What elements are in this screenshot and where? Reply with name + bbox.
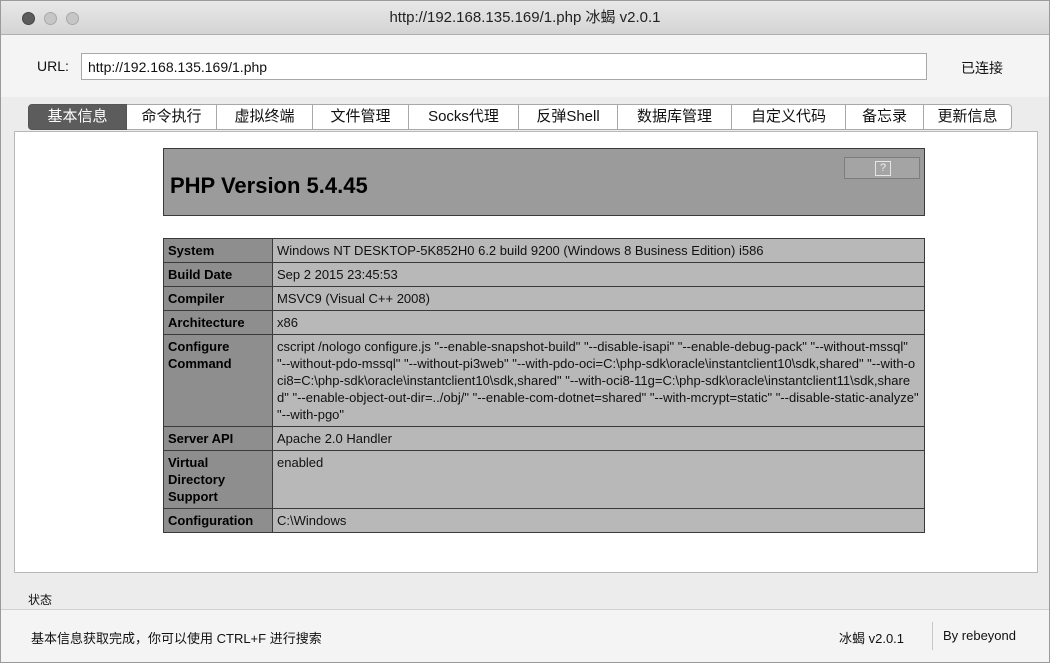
tab-basic-info[interactable]: 基本信息 <box>28 104 127 130</box>
table-row: Server API Apache 2.0 Handler <box>163 426 925 451</box>
author-credit: By rebeyond <box>943 628 1016 643</box>
phpinfo-panel[interactable]: PHP Version 5.4.45 ? System Windows NT D… <box>14 131 1038 573</box>
app-version: 冰蝎 v2.0.1 <box>839 631 905 646</box>
tab-reverse-shell[interactable]: 反弹Shell <box>519 104 618 130</box>
table-row: Virtual Directory Support enabled <box>163 450 925 509</box>
row-key: Build Date <box>163 262 273 287</box>
row-key: System <box>163 238 273 263</box>
tab-bar: 基本信息 命令执行 虚拟终端 文件管理 Socks代理 反弹Shell 数据库管… <box>28 104 1012 130</box>
php-version-title: PHP Version 5.4.45 <box>170 173 368 198</box>
row-value: Windows NT DESKTOP-5K852H0 6.2 build 920… <box>272 238 925 263</box>
row-key: Configuration <box>163 508 273 533</box>
table-row: Architecture x86 <box>163 310 925 335</box>
status-section-label: 状态 <box>28 593 53 607</box>
table-row: System Windows NT DESKTOP-5K852H0 6.2 bu… <box>163 238 925 263</box>
row-value: x86 <box>272 310 925 335</box>
tab-database-manager[interactable]: 数据库管理 <box>618 104 732 130</box>
tab-socks-proxy[interactable]: Socks代理 <box>409 104 519 130</box>
table-row: Configuration C:\Windows <box>163 508 925 533</box>
url-input[interactable] <box>81 53 927 80</box>
url-bar: URL: 已连接 <box>1 35 1049 97</box>
status-bar: 基本信息获取完成，你可以使用 CTRL+F 进行搜索 冰蝎 v2.0.1 By … <box>1 609 1049 662</box>
help-button[interactable]: ? <box>844 157 920 179</box>
phpinfo-table: System Windows NT DESKTOP-5K852H0 6.2 bu… <box>163 238 925 533</box>
help-icon: ? <box>875 161 891 176</box>
table-row: Configure Command cscript /nologo config… <box>163 334 925 427</box>
row-value: Sep 2 2015 23:45:53 <box>272 262 925 287</box>
url-label: URL: <box>37 58 69 74</box>
table-row: Build Date Sep 2 2015 23:45:53 <box>163 262 925 287</box>
php-version-header: PHP Version 5.4.45 ? <box>163 148 925 216</box>
status-divider <box>932 622 933 650</box>
tab-virtual-terminal[interactable]: 虚拟终端 <box>217 104 313 130</box>
window-title: http://192.168.135.169/1.php 冰蝎 v2.0.1 <box>389 9 661 26</box>
tab-command-exec[interactable]: 命令执行 <box>127 104 217 130</box>
tab-memo[interactable]: 备忘录 <box>846 104 924 130</box>
row-value: cscript /nologo configure.js "--enable-s… <box>272 334 925 427</box>
title-bar: http://192.168.135.169/1.php 冰蝎 v2.0.1 <box>1 1 1049 35</box>
table-row: Compiler MSVC9 (Visual C++ 2008) <box>163 286 925 311</box>
row-value: Apache 2.0 Handler <box>272 426 925 451</box>
row-key: Server API <box>163 426 273 451</box>
row-value: MSVC9 (Visual C++ 2008) <box>272 286 925 311</box>
status-message: 基本信息获取完成，你可以使用 CTRL+F 进行搜索 <box>31 631 322 646</box>
row-key: Configure Command <box>163 334 273 427</box>
row-key: Virtual Directory Support <box>163 450 273 509</box>
connection-status: 已连接 <box>961 60 1003 76</box>
tab-custom-code[interactable]: 自定义代码 <box>732 104 846 130</box>
app-window: http://192.168.135.169/1.php 冰蝎 v2.0.1 U… <box>0 0 1050 663</box>
row-key: Compiler <box>163 286 273 311</box>
tab-update-info[interactable]: 更新信息 <box>924 104 1012 130</box>
tab-file-manager[interactable]: 文件管理 <box>313 104 409 130</box>
row-key: Architecture <box>163 310 273 335</box>
row-value: C:\Windows <box>272 508 925 533</box>
row-value: enabled <box>272 450 925 509</box>
